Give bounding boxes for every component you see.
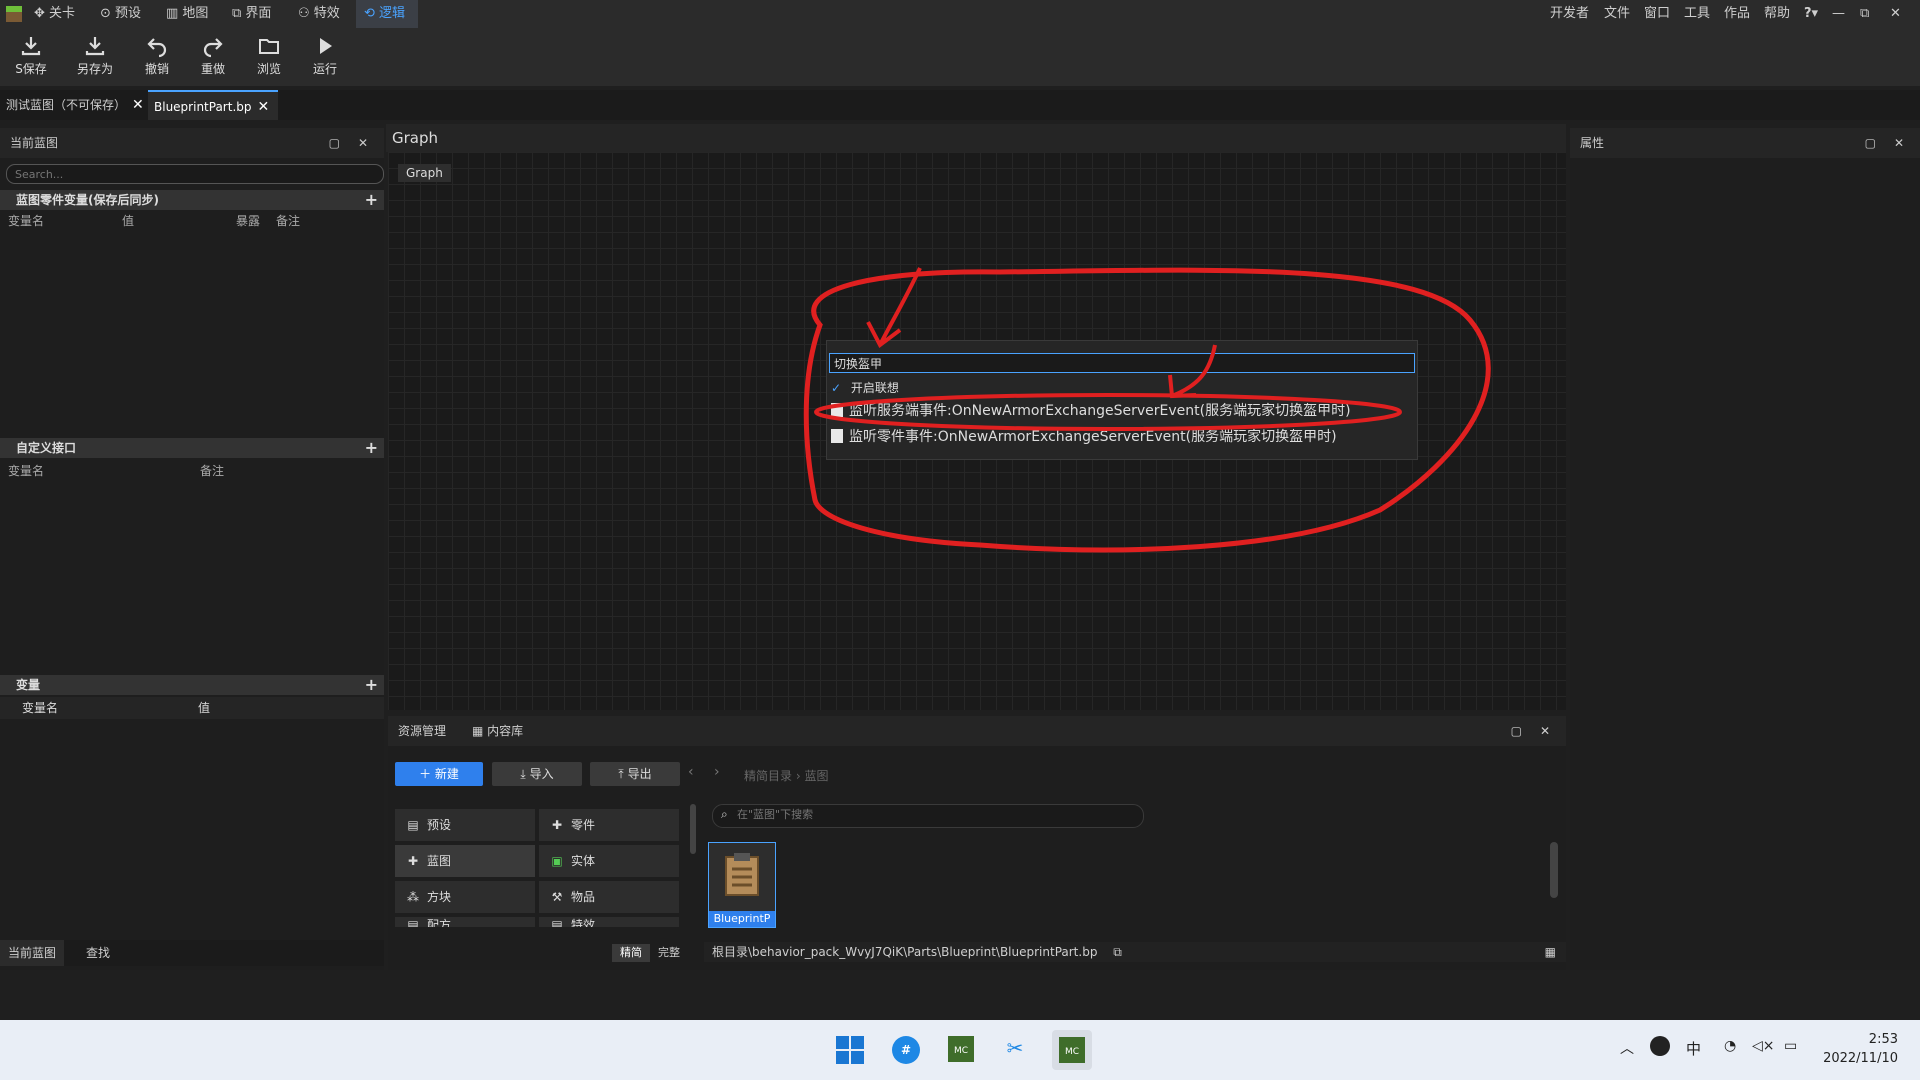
clock[interactable]: 2:53 2022/11/10: [1820, 1030, 1898, 1068]
preset-icon: ▤: [407, 818, 419, 832]
annotation-circle-small: [814, 393, 1402, 431]
asset-search-input[interactable]: [735, 807, 1129, 822]
file-item-label: BlueprintP: [709, 911, 775, 927]
puzzle-icon: ✚: [551, 818, 563, 832]
category-item[interactable]: ⚒ 物品: [539, 881, 679, 913]
effect-icon: ▤: [551, 918, 563, 927]
recipe-icon: ▤: [407, 918, 419, 927]
minecraft-icon: MC: [1059, 1037, 1085, 1063]
mode-full[interactable]: 完整: [650, 944, 688, 962]
category-preset[interactable]: ▤ 预设: [395, 809, 535, 841]
annotation-circle-large: [803, 267, 1491, 553]
export-icon: ⤒: [618, 767, 624, 781]
breadcrumb-root[interactable]: 精简目录: [744, 769, 792, 783]
new-button-label: 新建: [434, 767, 459, 781]
grid-icon: ▦: [472, 724, 484, 738]
tab-content-library[interactable]: ▦ 内容库: [472, 716, 523, 746]
close-panel-icon[interactable]: ✕: [1540, 716, 1550, 746]
copy-icon[interactable]: ⧉: [1113, 945, 1122, 959]
export-button[interactable]: ⤒ 导出: [590, 762, 680, 786]
import-icon: ⤓: [520, 767, 526, 781]
import-button-label: 导入: [529, 767, 554, 781]
plus-icon: ＋: [419, 767, 432, 781]
category-label: 物品: [571, 890, 596, 904]
asset-panel: 资源管理 ▦ 内容库 ▢ ✕ ＋ 新建 ⤓ 导入 ⤒ 导出 ‹ › 精简目录 ›…: [388, 716, 1566, 970]
close-panel-icon[interactable]: ✕: [1894, 128, 1904, 158]
volume-icon[interactable]: ◁×: [1752, 1038, 1775, 1054]
minecraft-editor-icon[interactable]: MC: [948, 1036, 974, 1062]
maximize-icon[interactable]: ▢: [1865, 128, 1876, 158]
grid-view-icon[interactable]: ▦: [1545, 942, 1556, 962]
search-icon: ⌕: [721, 807, 728, 821]
category-scrollbar[interactable]: [690, 804, 696, 854]
asset-search[interactable]: ⌕: [712, 804, 1144, 828]
annotation-arrow-2: [1168, 344, 1217, 399]
asset-breadcrumb: 精简目录 › 蓝图: [744, 769, 829, 783]
maximize-icon[interactable]: ▢: [1511, 716, 1522, 746]
category-label: 预设: [427, 818, 452, 832]
tab-resource-manager[interactable]: 资源管理: [398, 716, 446, 746]
properties-title-text: 属性: [1580, 136, 1605, 150]
category-label: 零件: [571, 818, 596, 832]
clipboard-icon: [725, 853, 759, 896]
blueprint-icon: ✚: [407, 854, 419, 868]
category-label: 配方: [427, 918, 452, 927]
file-item-blueprint[interactable]: BlueprintP: [708, 842, 776, 928]
category-entity[interactable]: ▣ 实体: [539, 845, 679, 877]
windows-taskbar: # MC ✂ MC ︿ 中 ◔ ◁× ▭ 2:53 2022/11/10: [0, 1020, 1920, 1080]
properties-panel: 属性 ▢ ✕: [1570, 128, 1920, 970]
clock-date: 2022/11/10: [1823, 1051, 1898, 1066]
wifi-icon[interactable]: ◔: [1724, 1038, 1736, 1054]
battery-icon[interactable]: ▭: [1784, 1038, 1797, 1054]
breadcrumb-current[interactable]: 蓝图: [804, 769, 828, 783]
asset-panel-tabs: 资源管理 ▦ 内容库 ▢ ✕: [388, 716, 1566, 746]
ime-indicator[interactable]: 中: [1686, 1038, 1701, 1059]
hashtag-app-icon[interactable]: #: [892, 1036, 920, 1064]
category-part[interactable]: ✚ 零件: [539, 809, 679, 841]
properties-panel-title: 属性 ▢ ✕: [1570, 128, 1920, 158]
block-icon: ⁂: [407, 890, 419, 904]
forward-icon[interactable]: ›: [714, 764, 720, 780]
mode-simple[interactable]: 精简: [612, 944, 650, 962]
category-effect[interactable]: ▤ 特效: [539, 917, 679, 927]
snipping-tool-icon[interactable]: ✂: [1002, 1036, 1028, 1062]
back-icon[interactable]: ‹: [688, 764, 694, 780]
category-label: 蓝图: [427, 854, 452, 868]
path-bar: 根目录\behavior_pack_WvyJ7QiK\Parts\Bluepri…: [704, 942, 1566, 962]
minecraft-active-app[interactable]: MC: [1052, 1030, 1092, 1070]
file-scrollbar[interactable]: [1550, 842, 1558, 898]
tab-content-library-label: 内容库: [487, 724, 524, 738]
category-block[interactable]: ⁂ 方块: [395, 881, 535, 913]
category-label: 实体: [571, 854, 596, 868]
file-path: 根目录\behavior_pack_WvyJ7QiK\Parts\Bluepri…: [712, 945, 1098, 959]
category-label: 方块: [427, 890, 452, 904]
category-blueprint[interactable]: ✚ 蓝图: [395, 845, 535, 877]
category-label: 特效: [571, 918, 596, 927]
category-recipe[interactable]: ▤ 配方: [395, 917, 535, 927]
item-icon: ⚒: [551, 890, 563, 904]
new-button[interactable]: ＋ 新建: [395, 762, 483, 786]
tray-overflow-icon[interactable]: ︿: [1620, 1038, 1634, 1058]
import-button[interactable]: ⤓ 导入: [492, 762, 582, 786]
qq-icon[interactable]: [1650, 1036, 1670, 1056]
clock-time: 2:53: [1868, 1032, 1898, 1047]
export-button-label: 导出: [627, 767, 652, 781]
windows-start-icon[interactable]: [836, 1036, 864, 1064]
mode-toggle: 精简 完整: [612, 944, 688, 962]
entity-icon: ▣: [551, 854, 563, 868]
